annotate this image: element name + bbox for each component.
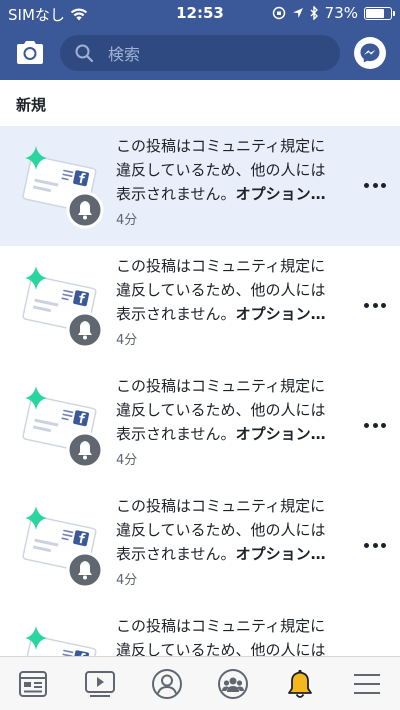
notification-options-link[interactable]: オプション… <box>236 185 326 203</box>
notification-line-2: 違反しているため、他の人には <box>116 401 326 419</box>
notification-line-2: 違反しているため、他の人には <box>116 521 326 539</box>
dot <box>372 182 378 188</box>
notification-thumbnail <box>14 620 106 656</box>
notification-item[interactable]: この投稿はコミュニティ規定に 違反しているため、他の人には 表示されません。オプ… <box>0 126 400 246</box>
notification-line-1: この投稿はコミュニティ規定に <box>116 497 326 515</box>
bluetooth-icon <box>310 6 318 20</box>
notification-line-2: 違反しているため、他の人には <box>116 641 326 656</box>
notification-line-3-text: 表示されません。 <box>116 425 236 443</box>
battery-percent: 73% <box>324 4 358 22</box>
search-bar[interactable]: 検索 <box>60 35 340 71</box>
groups-icon <box>218 668 249 699</box>
notification-list: この投稿はコミュニティ規定に 違反しているため、他の人には 表示されません。オプ… <box>0 126 400 656</box>
notification-item[interactable]: この投稿はコミュニティ規定に 違反しているため、他の人には 表示されません。オプ… <box>0 246 400 366</box>
dot <box>364 542 369 548</box>
tab-menu[interactable] <box>333 657 400 710</box>
notification-text: この投稿はコミュニティ規定に 違反しているため、他の人には 表示されません。オプ… <box>116 374 356 468</box>
notification-item[interactable]: この投稿はコミュニティ規定に 違反しているため、他の人には 表示されません。オプ… <box>0 486 400 606</box>
envelope-illustration-icon <box>22 626 97 656</box>
notification-text: この投稿はコミュニティ規定に 違反しているため、他の人には 表示されません。オプ… <box>116 254 356 348</box>
search-icon <box>75 44 94 63</box>
notification-time: 4分 <box>116 213 138 228</box>
more-options-button[interactable] <box>364 538 386 552</box>
status-icons: 73% <box>272 4 395 22</box>
watch-video-icon <box>85 670 115 697</box>
notification-line-3-text: 表示されません。 <box>116 305 236 323</box>
notification-line-3: 表示されません。オプション… <box>116 182 356 206</box>
notification-text: この投稿はコミュニティ規定に 違反しているため、他の人には 表示されません。オプ… <box>116 614 356 656</box>
more-options-button[interactable] <box>364 298 386 312</box>
dot <box>381 302 386 308</box>
dot <box>372 542 378 548</box>
notification-line-2: 違反しているため、他の人には <box>116 281 326 299</box>
section-title-new: 新規 <box>16 96 47 114</box>
notification-thumbnail <box>14 380 106 472</box>
dot <box>364 302 369 308</box>
notification-thumbnail <box>14 140 106 232</box>
bottom-tab-bar <box>0 656 400 710</box>
menu-icon <box>353 673 380 694</box>
notification-line-3: 表示されません。オプション… <box>116 302 356 326</box>
notification-time: 4分 <box>116 453 138 468</box>
tab-profile[interactable] <box>133 657 200 710</box>
notification-line-1: この投稿はコミュニティ規定に <box>116 257 326 275</box>
notification-options-link[interactable]: オプション… <box>236 545 326 563</box>
dot <box>372 302 378 308</box>
news-feed-icon <box>19 670 48 697</box>
dot <box>381 542 386 548</box>
location-arrow-icon <box>292 8 303 18</box>
camera-icon <box>17 41 43 64</box>
orientation-lock-icon <box>272 6 285 20</box>
battery-level <box>366 8 384 18</box>
notification-options-link[interactable]: オプション… <box>236 305 326 323</box>
top-nav-bar: 検索 <box>0 26 400 80</box>
messenger-icon <box>360 43 380 63</box>
dot <box>364 422 369 428</box>
tab-groups[interactable] <box>200 657 267 710</box>
battery-icon <box>364 6 395 20</box>
notification-time: 4分 <box>116 573 138 588</box>
notifications-bell-icon <box>288 669 312 698</box>
camera-button[interactable] <box>14 37 46 69</box>
envelope-illustration-icon <box>22 386 104 469</box>
notification-line-1: この投稿はコミュニティ規定に <box>116 137 326 155</box>
notification-line-2: 違反しているため、他の人には <box>116 161 326 179</box>
more-options-button[interactable] <box>364 178 386 192</box>
notification-line-3-text: 表示されません。 <box>116 545 236 563</box>
tab-notifications[interactable] <box>267 657 334 710</box>
notification-item[interactable]: この投稿はコミュニティ規定に 違反しているため、他の人には 表示されません。オプ… <box>0 606 400 656</box>
dot <box>381 182 386 188</box>
envelope-illustration-icon <box>22 146 104 229</box>
notification-line-1: この投稿はコミュニティ規定に <box>116 377 326 395</box>
notification-time: 4分 <box>116 333 138 348</box>
notification-line-1: この投稿はコミュニティ規定に <box>116 617 326 635</box>
notification-thumbnail <box>14 500 106 592</box>
notification-thumbnail <box>14 260 106 352</box>
more-options-button[interactable] <box>364 418 386 432</box>
status-bar: SIMなし 12:53 73% <box>0 0 400 26</box>
search-placeholder: 検索 <box>108 45 141 64</box>
dot <box>381 422 386 428</box>
notification-line-3: 表示されません。オプション… <box>116 542 356 566</box>
notification-text: この投稿はコミュニティ規定に 違反しているため、他の人には 表示されません。オプ… <box>116 134 356 228</box>
tab-watch[interactable] <box>67 657 134 710</box>
notification-options-link[interactable]: オプション… <box>236 425 326 443</box>
notification-line-3: 表示されません。オプション… <box>116 422 356 446</box>
tab-news-feed[interactable] <box>0 657 67 710</box>
profile-icon <box>151 668 182 699</box>
envelope-illustration-icon <box>22 266 104 349</box>
notification-item[interactable]: この投稿はコミュニティ規定に 違反しているため、他の人には 表示されません。オプ… <box>0 366 400 486</box>
messenger-button[interactable] <box>354 37 386 69</box>
envelope-illustration-icon <box>22 506 104 589</box>
dot <box>372 422 378 428</box>
notification-text: この投稿はコミュニティ規定に 違反しているため、他の人には 表示されません。オプ… <box>116 494 356 588</box>
notification-line-3-text: 表示されません。 <box>116 185 236 203</box>
dot <box>364 182 369 188</box>
